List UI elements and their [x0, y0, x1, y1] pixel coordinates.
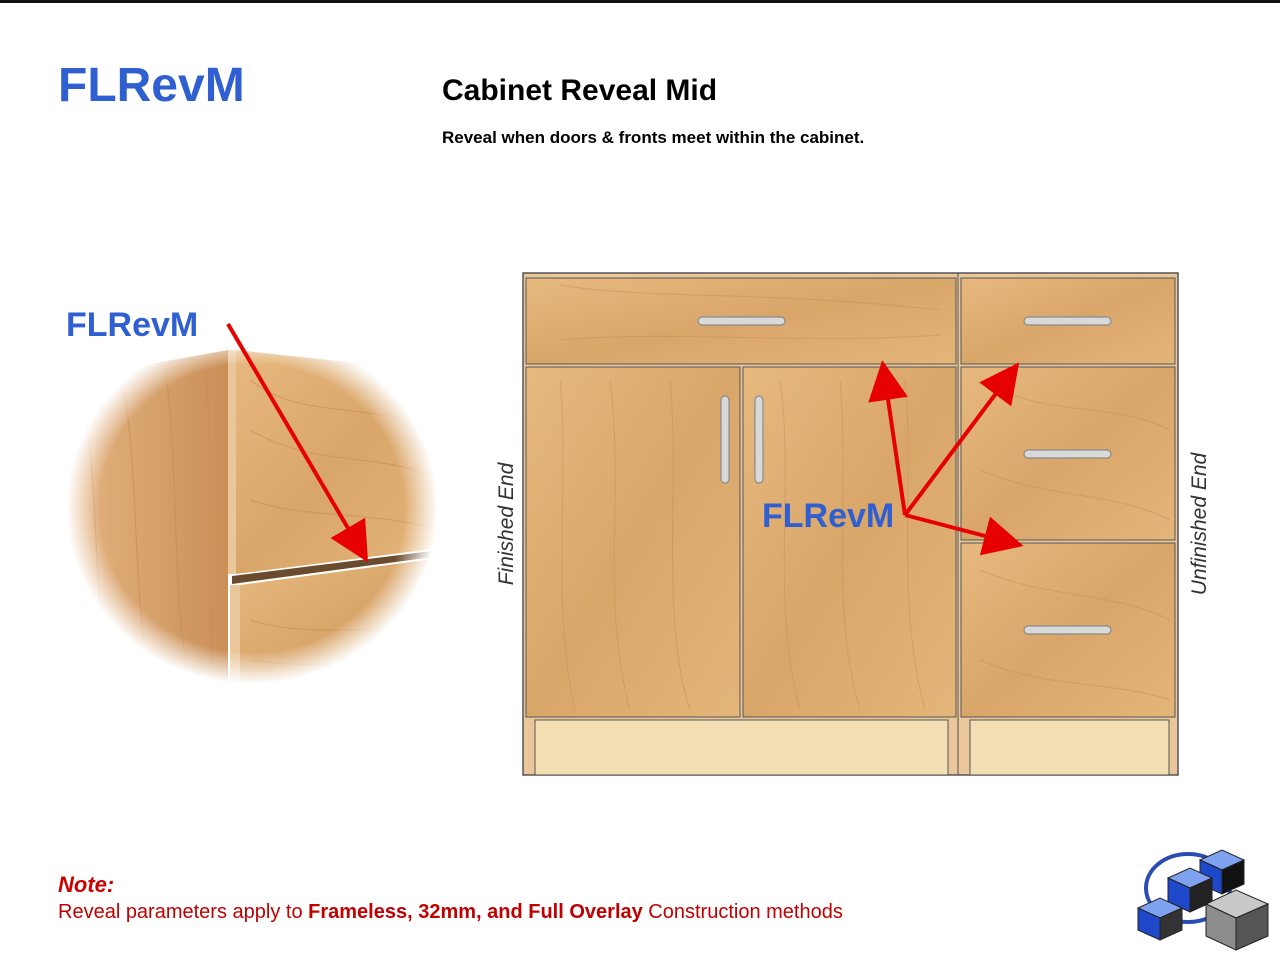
note-text-before: Reveal parameters apply to — [58, 901, 309, 923]
illustration-canvas — [60, 272, 1270, 951]
finished-end-label: Finished End — [495, 462, 518, 586]
note-text-bold: Frameless, 32mm, and Full Overlay — [308, 901, 643, 923]
handle-right-door — [754, 395, 764, 484]
diagram-callout-label: FLRevM — [762, 497, 895, 535]
unfinished-end-label: Unfinished End — [1188, 452, 1211, 596]
handle-middle-drawer — [1023, 449, 1112, 459]
zoom-callout-label: FLRevM — [66, 306, 199, 344]
handle-top-right-drawer — [1023, 316, 1112, 326]
handle-left-door — [720, 395, 730, 484]
zoom-detail — [60, 330, 450, 691]
note-text: Reveal parameters apply to Frameless, 32… — [58, 901, 843, 924]
note-text-after: Construction methods — [642, 901, 843, 923]
logo-cubes-icon — [1136, 849, 1270, 951]
handle-top-left-drawer — [697, 316, 786, 326]
note-title: Note: — [58, 872, 115, 897]
handle-bottom-drawer — [1023, 625, 1112, 635]
